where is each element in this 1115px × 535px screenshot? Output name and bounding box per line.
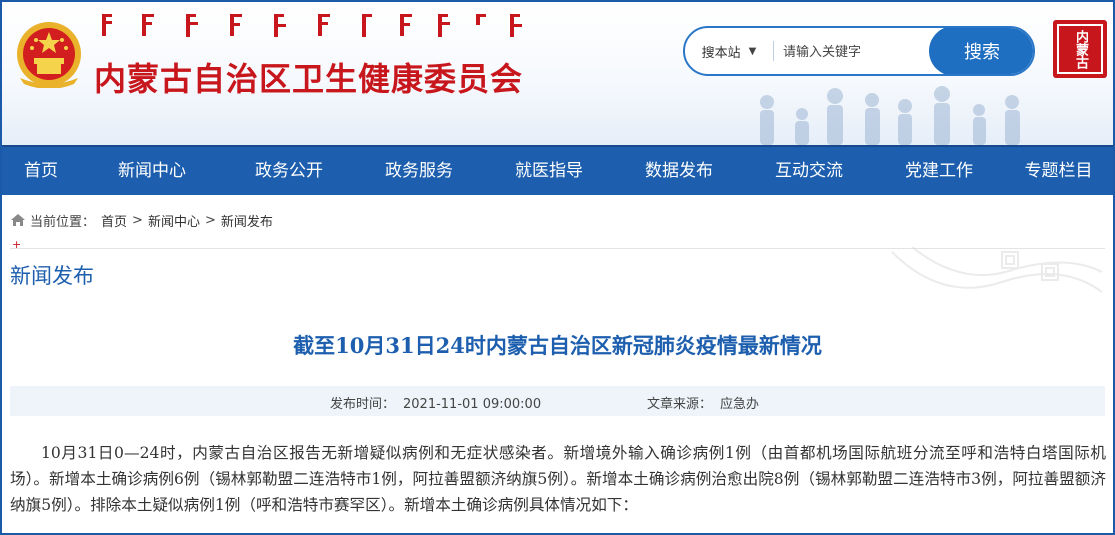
nav-item-gov-services[interactable]: 政务服务 [354,147,484,195]
nav-item-party-building[interactable]: 党建工作 [874,147,1004,195]
breadcrumb-separator: > [204,212,216,228]
article-source: 文章来源： 应急办 [647,393,759,412]
breadcrumb-prefix: 当前位置： [30,214,96,230]
national-emblem-icon [17,22,81,88]
article-meta: 发布时间： 2021-11-01 09:00:00 文章来源： 应急办 [10,386,1105,416]
search-box: 搜本站 ▼ 搜索 [683,26,1035,76]
nav-item-data-release[interactable]: 数据发布 [614,147,744,195]
main-nav: 首页 新闻中心 政务公开 政务服务 就医指导 数据发布 互动交流 党建工作 专题… [2,145,1113,195]
breadcrumb-news-release[interactable]: 新闻发布 [221,211,273,230]
search-input[interactable] [781,38,935,66]
section-marker: + [12,238,22,251]
site-header: 内蒙古自治区卫生健康委员会 搜本站 ▼ 搜索 内蒙古 [2,2,1113,145]
decorative-cloud-pattern [891,246,1103,293]
publish-time-value: 2021-11-01 09:00:00 [403,397,542,412]
search-divider [773,41,774,61]
article-source-value: 应急办 [720,397,760,412]
publish-time-label: 发布时间： [330,397,396,412]
home-icon [11,214,25,226]
search-scope-select[interactable]: 搜本站 ▼ [685,28,773,74]
article-source-label: 文章来源： [647,397,713,412]
seal-text: 内蒙古 [1057,24,1103,74]
nav-item-special-topics[interactable]: 专题栏目 [1004,147,1113,195]
breadcrumb-home[interactable]: 首页 [101,211,127,230]
search-scope-label: 搜本站 [701,45,741,61]
publish-time: 发布时间： 2021-11-01 09:00:00 [330,393,541,412]
site-title: 内蒙古自治区卫生健康委员会 [94,60,524,98]
article-body: 10月31日0—24时，内蒙古自治区报告无新增疑似病例和无症状感染者。新增境外输… [10,444,1106,514]
chevron-down-icon: ▼ [748,45,757,57]
nav-item-home[interactable]: 首页 [2,147,80,195]
breadcrumb-separator: > [132,212,143,228]
header-people-illustration [760,86,1020,145]
page-frame: 内蒙古自治区卫生健康委员会 搜本站 ▼ 搜索 内蒙古 [0,0,1115,535]
nav-item-interaction[interactable]: 互动交流 [744,147,874,195]
seal-logo[interactable]: 内蒙古 [1053,20,1107,78]
section-title: 新闻发布 [10,264,94,288]
breadcrumb-news-center[interactable]: 新闻中心 [148,211,200,230]
nav-item-medical-guide[interactable]: 就医指导 [484,147,614,195]
nav-item-news[interactable]: 新闻中心 [80,147,224,195]
search-button[interactable]: 搜索 [929,28,1033,74]
breadcrumb: 当前位置： 首页 > 新闻中心 > 新闻发布 [10,209,273,231]
article-title: 截至10月31日24时内蒙古自治区新冠肺炎疫情最新情况 [293,333,822,358]
mongolian-script-banner [102,14,522,37]
nav-item-gov-affairs[interactable]: 政务公开 [224,147,354,195]
